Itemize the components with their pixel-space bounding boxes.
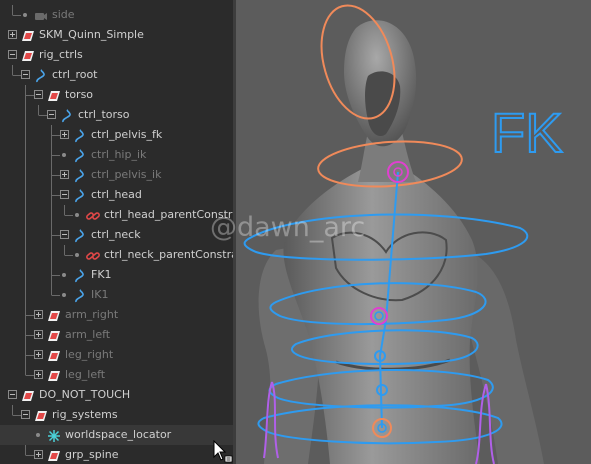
collapse-toggle[interactable]: [21, 410, 30, 419]
outliner-row[interactable]: ctrl_root: [0, 65, 233, 85]
nurbs-curve-icon: [34, 68, 48, 83]
nurbs-curve-icon: [73, 288, 87, 303]
outliner-item-label: ctrl_neck_parentConstrain: [104, 248, 233, 261]
leaf-node-dot: [75, 213, 79, 217]
outliner-item-label: ctrl_hip_ik: [91, 148, 147, 161]
outliner-row[interactable]: arm_left: [0, 325, 233, 345]
nurbs-curve-icon: [73, 188, 87, 203]
leaf-node-dot: [36, 433, 40, 437]
outliner-row[interactable]: ctrl_pelvis_ik: [0, 165, 233, 185]
outliner-item-label: DO_NOT_TOUCH: [39, 388, 131, 401]
nurbs-curve-icon: [60, 108, 74, 123]
collapse-toggle[interactable]: [8, 390, 17, 399]
outliner-row[interactable]: ctrl_pelvis_fk: [0, 125, 233, 145]
nurbs-curve-icon: [73, 268, 87, 283]
nurbs-curve-icon: [73, 228, 87, 243]
expand-toggle[interactable]: [34, 350, 43, 359]
viewport-mode-label: FK: [491, 101, 563, 164]
leaf-node-dot: [62, 273, 66, 277]
outliner-row[interactable]: worldspace_locator: [0, 425, 233, 445]
outliner-item-label: side: [52, 8, 75, 21]
outliner-item-label: ctrl_pelvis_fk: [91, 128, 163, 141]
transform-group-icon: [47, 348, 61, 362]
outliner-row[interactable]: ctrl_neck_parentConstrain: [0, 245, 233, 265]
outliner-item-label: SKM_Quinn_Simple: [39, 28, 144, 41]
outliner-item-label: grp_spine: [65, 448, 119, 461]
outliner-row[interactable]: grp_spine: [0, 445, 233, 464]
expand-toggle[interactable]: [34, 310, 43, 319]
outliner-row[interactable]: arm_right: [0, 305, 233, 325]
leaf-node-dot: [62, 293, 66, 297]
transform-group-icon: [47, 88, 61, 102]
transform-group-icon: [47, 328, 61, 342]
camera-icon: [34, 8, 48, 22]
transform-group-icon: [47, 308, 61, 322]
outliner-row[interactable]: side: [0, 5, 233, 25]
outliner-item-label: ctrl_neck: [91, 228, 141, 241]
expand-toggle[interactable]: [34, 330, 43, 339]
collapse-toggle[interactable]: [8, 50, 17, 59]
outliner-row[interactable]: rig_systems: [0, 405, 233, 425]
watermark: @dawn_arc: [210, 212, 366, 243]
outliner-item-label: torso: [65, 88, 94, 101]
outliner-item-label: rig_systems: [52, 408, 118, 421]
parent-constraint-icon: [86, 208, 100, 222]
outliner-panel: side SKM_Quinn_Simple rig_ctrls ctrl_rootto…: [0, 0, 233, 464]
outliner-row[interactable]: IK1: [0, 285, 233, 305]
expand-toggle[interactable]: [8, 30, 17, 39]
transform-group-icon: [47, 368, 61, 382]
mouse-cursor-icon: [213, 440, 233, 463]
outliner-row[interactable]: ctrl_head_parentConstrai: [0, 205, 233, 225]
expand-toggle[interactable]: [34, 450, 43, 459]
leaf-node-dot: [75, 253, 79, 257]
outliner-item-label: ctrl_torso: [78, 108, 130, 121]
leaf-node-dot: [62, 153, 66, 157]
locator-icon: [47, 428, 61, 442]
transform-group-icon: [21, 388, 35, 402]
collapse-toggle[interactable]: [21, 70, 30, 79]
transform-group-icon: [34, 408, 48, 422]
outliner-row[interactable]: ctrl_head: [0, 185, 233, 205]
outliner-item-label: IK1: [91, 288, 109, 301]
expand-toggle[interactable]: [34, 370, 43, 379]
expand-toggle[interactable]: [60, 170, 69, 179]
outliner-item-label: leg_right: [65, 348, 114, 361]
parent-constraint-icon: [86, 248, 100, 262]
outliner-row[interactable]: leg_right: [0, 345, 233, 365]
outliner-item-label: FK1: [91, 268, 112, 281]
outliner-item-label: rig_ctrls: [39, 48, 83, 61]
transform-group-icon: [21, 28, 35, 42]
outliner-item-label: ctrl_root: [52, 68, 98, 81]
outliner-row[interactable]: ctrl_hip_ik: [0, 145, 233, 165]
outliner-item-label: leg_left: [65, 368, 106, 381]
outliner-item-label: ctrl_pelvis_ik: [91, 168, 162, 181]
outliner-row[interactable]: ctrl_neck: [0, 225, 233, 245]
collapse-toggle[interactable]: [60, 190, 69, 199]
nurbs-curve-icon: [73, 168, 87, 183]
outliner-row[interactable]: rig_ctrls: [0, 45, 233, 65]
outliner-row[interactable]: SKM_Quinn_Simple: [0, 25, 233, 45]
outliner-item-label: worldspace_locator: [65, 428, 172, 441]
collapse-toggle[interactable]: [60, 230, 69, 239]
transform-group-icon: [47, 448, 61, 462]
outliner-row[interactable]: FK1: [0, 265, 233, 285]
outliner-item-label: ctrl_head: [91, 188, 142, 201]
outliner-item-label: arm_left: [65, 328, 111, 341]
transform-group-icon: [21, 48, 35, 62]
outliner-row[interactable]: leg_left: [0, 365, 233, 385]
nurbs-curve-icon: [73, 128, 87, 143]
leaf-node-dot: [23, 13, 27, 17]
nurbs-curve-icon: [73, 148, 87, 163]
outliner-item-label: arm_right: [65, 308, 119, 321]
outliner-row[interactable]: torso: [0, 85, 233, 105]
collapse-toggle[interactable]: [47, 110, 56, 119]
outliner-row[interactable]: DO_NOT_TOUCH: [0, 385, 233, 405]
collapse-toggle[interactable]: [34, 90, 43, 99]
expand-toggle[interactable]: [60, 130, 69, 139]
outliner-row[interactable]: ctrl_torso: [0, 105, 233, 125]
